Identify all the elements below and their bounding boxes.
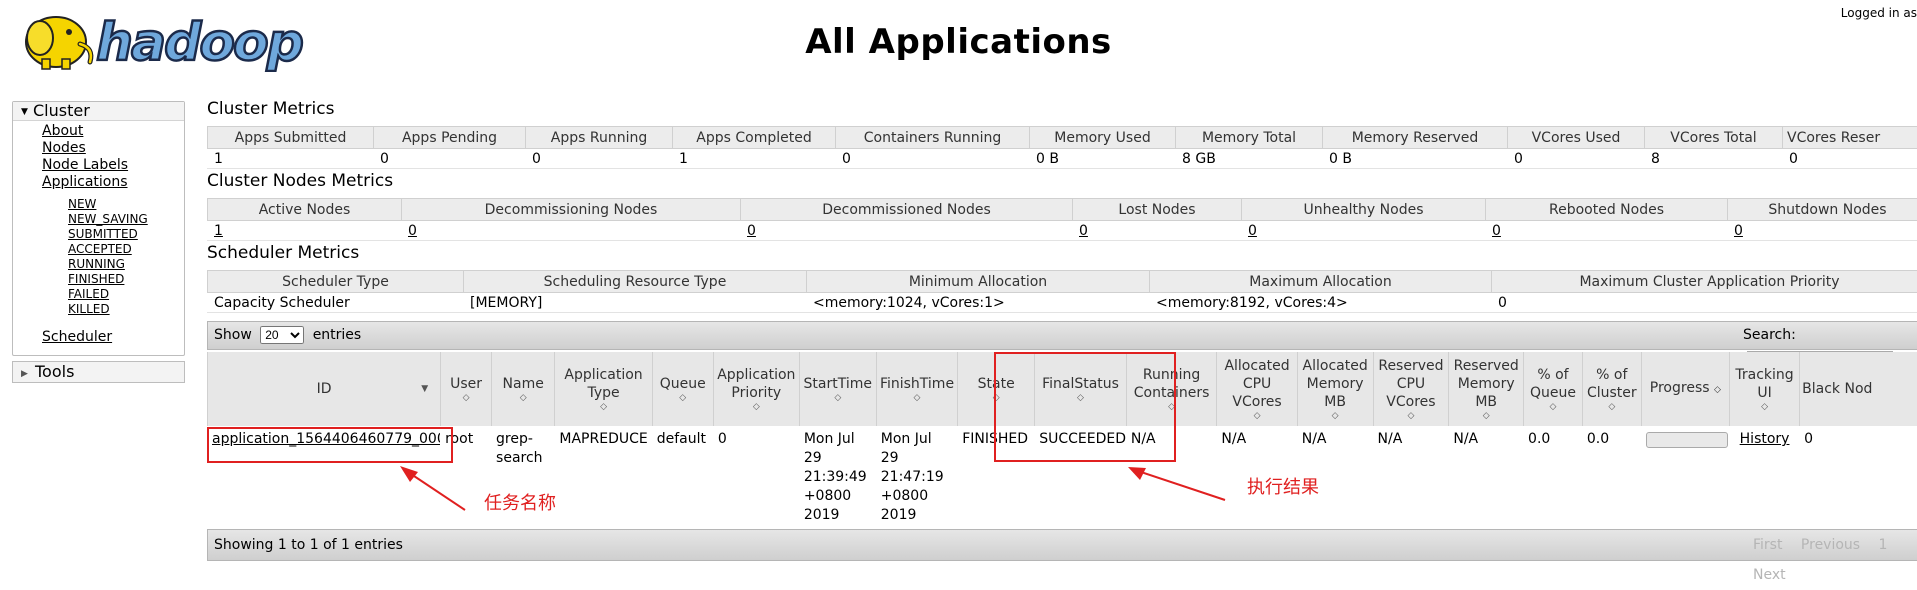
arrow-line-result: [1135, 470, 1225, 500]
annotation-arrows: [0, 0, 1917, 577]
arrow-head-task-name: [400, 466, 418, 482]
annotation-task-name: 任务名称: [484, 489, 556, 515]
annotation-result: 执行结果: [1247, 473, 1319, 499]
